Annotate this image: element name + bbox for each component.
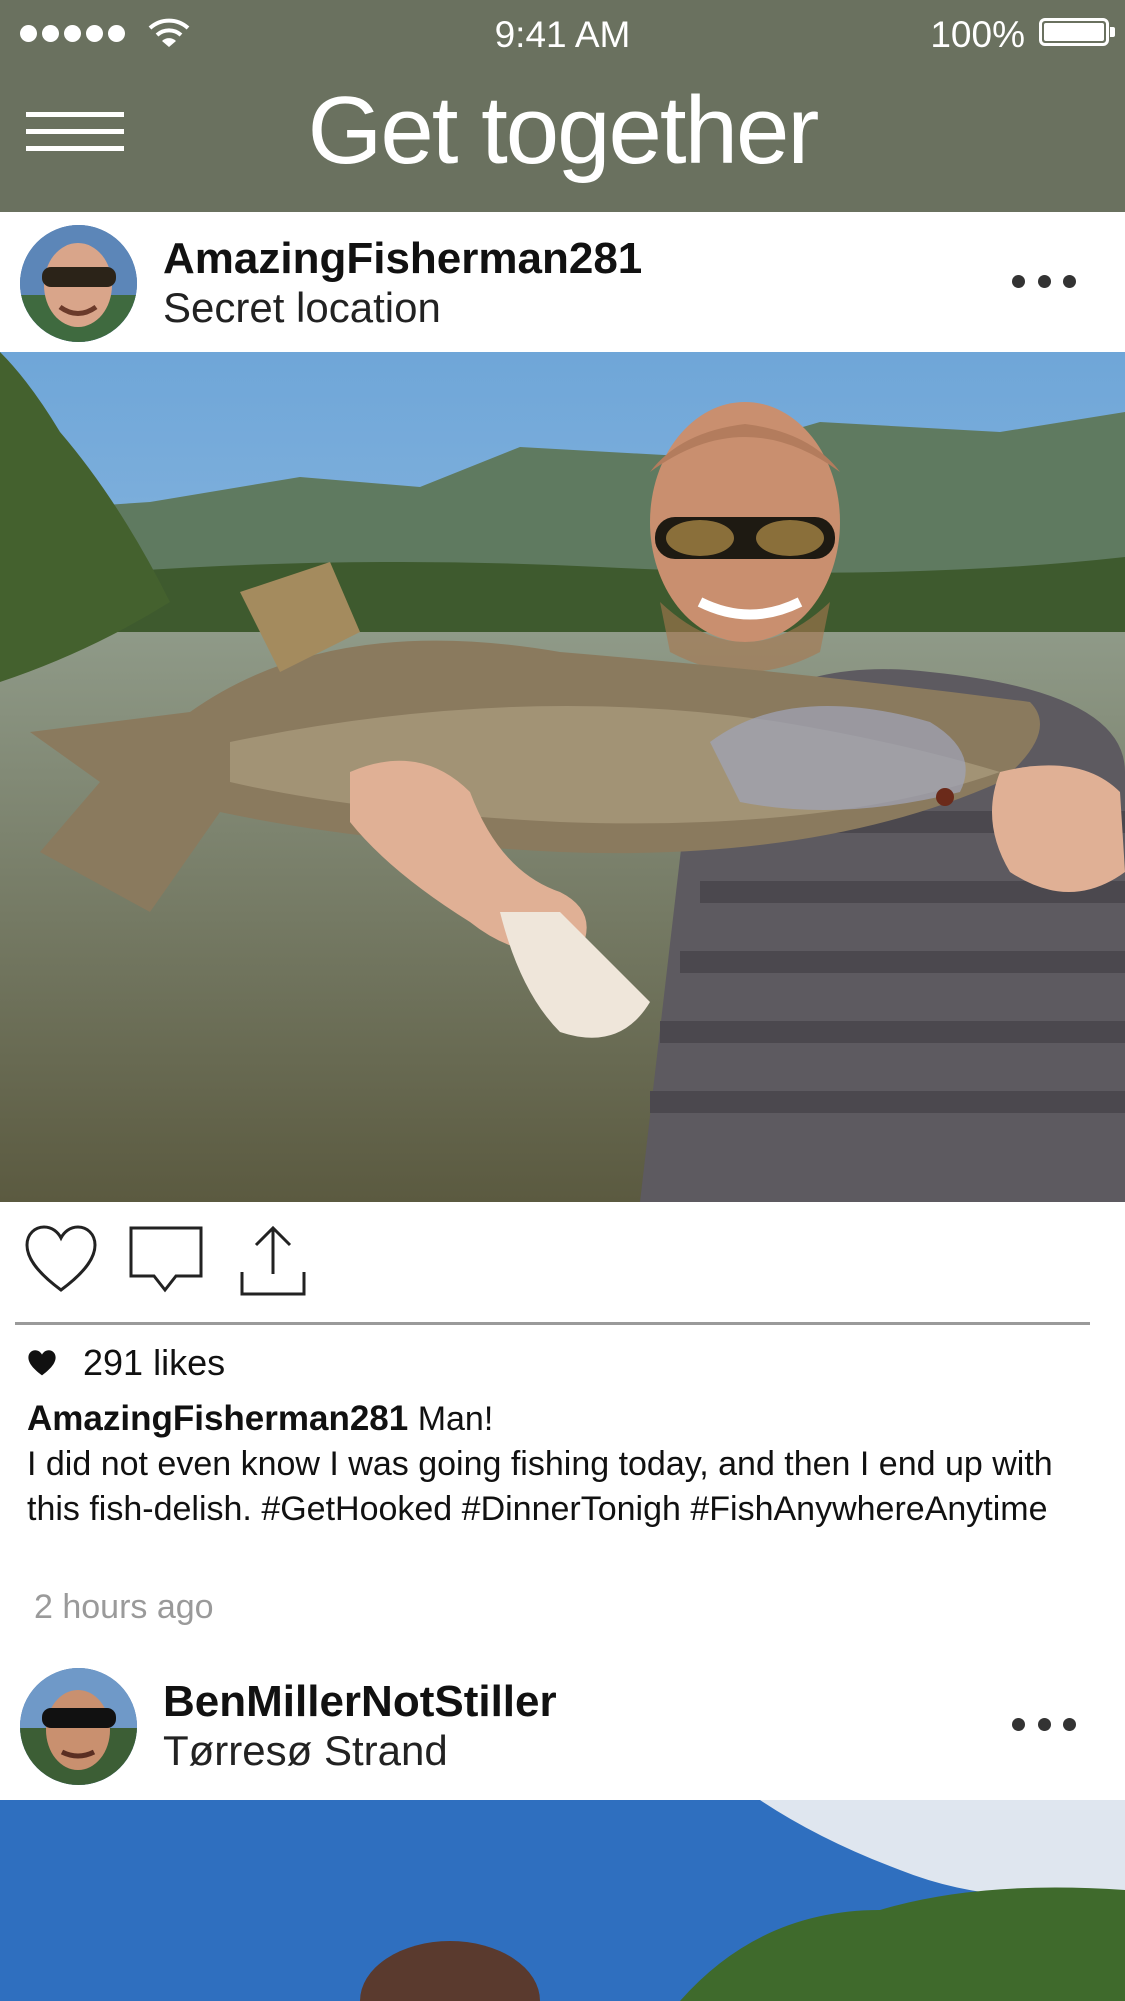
post-header: BenMillerNotStiller Tørresø Strand xyxy=(0,1655,1125,1795)
battery-percentage: 100% xyxy=(930,14,1025,55)
post-username[interactable]: BenMillerNotStiller xyxy=(163,1677,557,1727)
status-bar: 9:41 AM 100% xyxy=(0,0,1125,72)
post-photo[interactable] xyxy=(0,352,1125,1202)
post-caption: AmazingFisherman281 Man! I did not even … xyxy=(27,1396,1102,1532)
app-header: 9:41 AM 100% Get together xyxy=(0,0,1125,212)
likes-count: 291 likes xyxy=(83,1342,226,1383)
post-username[interactable]: AmazingFisherman281 xyxy=(163,234,642,284)
post-location[interactable]: Secret location xyxy=(163,284,441,332)
caption-body: I did not even know I was going fishing … xyxy=(27,1445,1053,1528)
divider xyxy=(15,1322,1090,1325)
share-icon[interactable] xyxy=(238,1224,308,1298)
likes-row[interactable]: 291 likes xyxy=(27,1342,225,1384)
app-title: Get together xyxy=(307,77,820,184)
post-photo[interactable] xyxy=(0,1800,1125,2001)
avatar[interactable] xyxy=(20,1668,137,1785)
caption-username[interactable]: AmazingFisherman281 xyxy=(27,1399,408,1438)
more-options-icon[interactable] xyxy=(1012,269,1076,293)
more-options-icon[interactable] xyxy=(1012,1712,1076,1736)
heart-icon[interactable] xyxy=(24,1224,98,1294)
battery-icon xyxy=(1039,18,1115,46)
avatar[interactable] xyxy=(20,225,137,342)
likes-heart-icon xyxy=(28,1350,56,1376)
post-location[interactable]: Tørresø Strand xyxy=(163,1727,448,1775)
post-timestamp: 2 hours ago xyxy=(34,1588,214,1626)
post-header: AmazingFisherman281 Secret location xyxy=(0,212,1125,352)
caption-lead: Man! xyxy=(417,1400,494,1438)
comment-icon[interactable] xyxy=(128,1224,204,1294)
